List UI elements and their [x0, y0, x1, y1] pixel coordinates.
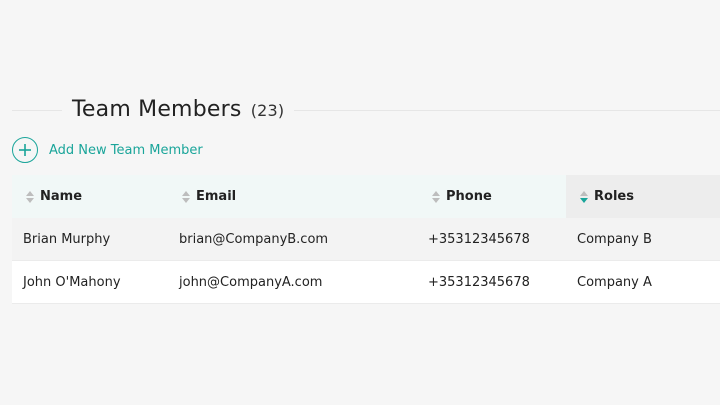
column-header-label: Name	[40, 189, 83, 204]
column-header-name[interactable]: Name	[12, 175, 168, 218]
table-row[interactable]: John O'Mahony john@CompanyA.com +3531234…	[12, 261, 720, 304]
sort-desc-icon[interactable]	[580, 190, 588, 203]
column-header-phone[interactable]: Phone	[418, 175, 566, 218]
sort-arrows-icon[interactable]	[432, 190, 440, 203]
cell-phone: +35312345678	[428, 231, 530, 247]
header-divider-left	[12, 110, 62, 111]
cell-roles: Company A	[577, 274, 652, 290]
cell-email: john@CompanyA.com	[179, 274, 323, 290]
plus-circle-icon[interactable]	[12, 137, 38, 163]
column-header-email[interactable]: Email	[168, 175, 418, 218]
member-count: (23)	[250, 101, 285, 120]
column-header-label: Roles	[594, 189, 634, 204]
sort-arrows-icon[interactable]	[26, 190, 34, 203]
cell-email: brian@CompanyB.com	[179, 231, 329, 247]
sort-arrows-icon[interactable]	[182, 190, 190, 203]
cell-phone: +35312345678	[428, 274, 530, 290]
cell-roles: Company B	[577, 231, 652, 247]
team-members-page: Team Members (23) Add New Team Member Na…	[0, 0, 720, 405]
page-title: Team Members (23)	[72, 94, 284, 127]
column-header-label: Phone	[446, 189, 492, 204]
cell-name: John O'Mahony	[23, 274, 121, 290]
team-members-table: Name Email Phone Roles Brian Murphy bria…	[12, 175, 720, 304]
page-title-text: Team Members	[72, 97, 242, 122]
column-header-label: Email	[196, 189, 237, 204]
header-divider-right	[294, 110, 720, 111]
add-team-member-label[interactable]: Add New Team Member	[49, 143, 203, 158]
section-header: Team Members (23)	[12, 94, 720, 126]
add-team-member-button[interactable]: Add New Team Member	[12, 135, 203, 165]
column-header-roles[interactable]: Roles	[566, 175, 720, 218]
table-row[interactable]: Brian Murphy brian@CompanyB.com +3531234…	[12, 218, 720, 261]
cell-name: Brian Murphy	[23, 231, 111, 247]
table-header: Name Email Phone Roles	[12, 175, 720, 218]
